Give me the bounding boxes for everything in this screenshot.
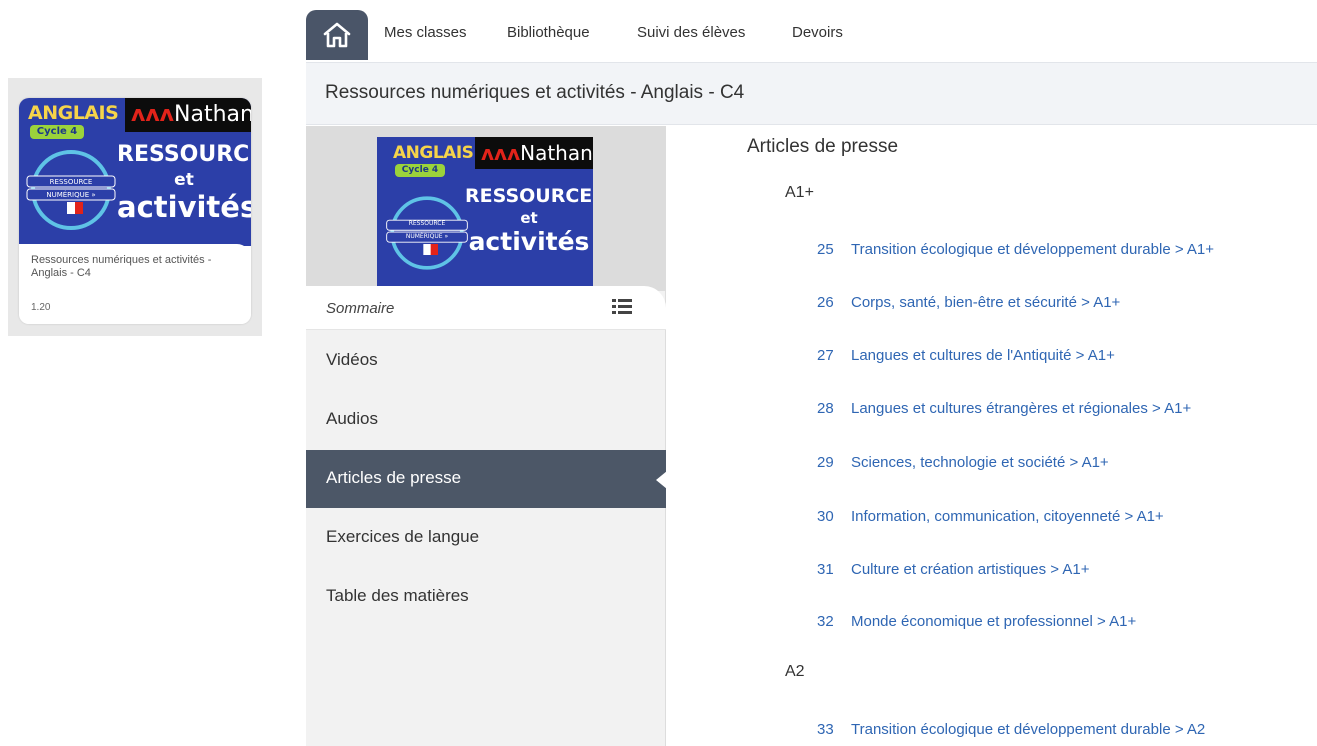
cover-line1: RESSOURCES <box>465 185 593 207</box>
article-title: Transition écologique et développement d… <box>851 241 1215 258</box>
nav-suivi-des-eleves[interactable]: Suivi des élèves <box>637 24 745 41</box>
top-navigation: Mes classes Bibliothèque Suivi des élève… <box>306 0 1317 60</box>
sommaire-header[interactable]: Sommaire <box>306 286 666 330</box>
article-number: 27 <box>817 347 834 364</box>
sidebar-item-exercices-de-langue[interactable]: Exercices de langue <box>306 509 666 567</box>
cover-line3: activités <box>468 227 590 256</box>
sidebar-item-videos[interactable]: Vidéos <box>306 332 666 390</box>
article-link[interactable]: 30 Information, communication, citoyennet… <box>817 508 1164 525</box>
article-title: Information, communication, citoyenneté … <box>851 508 1164 525</box>
resource-title-bar: Ressources numériques et activités - Ang… <box>306 62 1317 125</box>
card-title: Ressources numériques et activités - Ang… <box>31 254 212 279</box>
card-version: 1.20 <box>31 302 51 313</box>
article-link[interactable]: 33 Transition écologique et développement… <box>817 721 1205 738</box>
product-card-area: ANGLAIS Cycle 4 ᴧᴧᴧNathan RESSOURCE NUMÉ… <box>8 78 262 336</box>
card-info: Ressources numériques et activités - Ang… <box>19 244 251 324</box>
article-title: Culture et création artistiques > A1+ <box>851 561 1090 578</box>
nav-bibliotheque[interactable]: Bibliothèque <box>507 24 590 41</box>
article-link[interactable]: 31 Culture et création artistiques > A1+ <box>817 561 1089 578</box>
article-number: 25 <box>817 241 834 258</box>
sommaire-label: Sommaire <box>326 300 395 317</box>
nav-devoirs[interactable]: Devoirs <box>792 24 843 41</box>
sidebar-item-articles-de-presse[interactable]: Articles de presse <box>306 450 667 508</box>
nav-mes-classes[interactable]: Mes classes <box>384 24 467 41</box>
article-link[interactable]: 25 Transition écologique et développement… <box>817 241 1214 258</box>
ressource-numerique-badge-icon <box>26 150 116 230</box>
article-link[interactable]: 26 Corps, santé, bien-être et sécurité > … <box>817 294 1120 311</box>
cover-cycle: Cycle 4 <box>30 125 84 139</box>
article-title: Corps, santé, bien-être et sécurité > A1… <box>851 294 1121 311</box>
article-number: 29 <box>817 454 834 471</box>
section-title: Articles de presse <box>747 136 899 157</box>
badge-top-text: RESSOURCE <box>49 178 93 186</box>
product-card[interactable]: ANGLAIS Cycle 4 ᴧᴧᴧNathan RESSOURCE NUMÉ… <box>19 98 251 324</box>
publisher-name: Nathan <box>520 141 593 165</box>
cover-line2: et <box>520 209 538 227</box>
cover-subject: ANGLAIS <box>28 102 119 124</box>
publisher-logo: ᴧᴧᴧNathan <box>475 137 593 169</box>
nathan-mark-icon: ᴧᴧᴧ <box>131 102 175 127</box>
page-title: Ressources numériques et activités - Ang… <box>325 82 745 103</box>
sidebar-item-label: Exercices de langue <box>326 527 480 546</box>
level-heading: A2 <box>785 663 805 680</box>
article-title: Monde économique et professionnel > A1+ <box>851 613 1137 630</box>
article-number: 28 <box>817 400 834 417</box>
cover-line1: RESSOURCES <box>117 142 251 167</box>
article-title: Transition écologique et développement d… <box>851 721 1206 738</box>
article-number: 30 <box>817 508 834 525</box>
article-number: 33 <box>817 721 834 738</box>
article-link[interactable]: 28 Langues et cultures étrangères et régi… <box>817 400 1191 417</box>
sidebar-item-table-des-matieres[interactable]: Table des matières <box>306 568 666 626</box>
sidebar-item-label: Table des matières <box>326 586 469 605</box>
sidebar: ANGLAIS Cycle 4 ᴧᴧᴧNathan RESSOURCE NUMÉ… <box>306 126 667 746</box>
article-number: 31 <box>817 561 834 578</box>
article-number: 26 <box>817 294 834 311</box>
home-icon <box>323 22 351 48</box>
badge-bottom-text: NUMÉRIQUE » <box>46 191 96 199</box>
nathan-mark-icon: ᴧᴧᴧ <box>481 141 521 165</box>
home-button[interactable] <box>306 10 368 60</box>
sidebar-cover-image: ANGLAIS Cycle 4 ᴧᴧᴧNathan RESSOURCE NUMÉ… <box>377 137 593 287</box>
article-link[interactable]: 29 Sciences, technologie et société > A1+ <box>817 454 1109 471</box>
list-icon[interactable] <box>612 298 632 316</box>
article-number: 32 <box>817 613 834 630</box>
publisher-name: Nathan <box>174 102 251 127</box>
publisher-logo: ᴧᴧᴧNathan <box>125 98 251 132</box>
main-content: Articles de presse A1+ 25 Transition écol… <box>667 126 1317 746</box>
sidebar-item-audios[interactable]: Audios <box>306 391 666 449</box>
cover-line2: et <box>174 170 194 190</box>
level-heading: A1+ <box>785 184 814 201</box>
cover-line3: activités <box>117 190 251 224</box>
article-title: Langues et cultures de l'Antiquité > A1+ <box>851 347 1115 364</box>
cover-subject: ANGLAIS <box>393 143 474 163</box>
sidebar-item-label: Audios <box>326 409 378 428</box>
sidebar-item-label: Vidéos <box>326 350 378 369</box>
sidebar-item-label: Articles de presse <box>326 468 462 487</box>
badge-bottom-text: NUMÉRIQUE » <box>405 233 449 240</box>
badge-top-text: RESSOURCE <box>408 220 446 227</box>
cover-cycle: Cycle 4 <box>395 164 445 177</box>
article-link[interactable]: 32 Monde économique et professionnel > A1… <box>817 613 1136 630</box>
card-cover-image: ANGLAIS Cycle 4 ᴧᴧᴧNathan RESSOURCE NUMÉ… <box>19 98 251 246</box>
article-link[interactable]: 27 Langues et cultures de l'Antiquité > A… <box>817 347 1115 364</box>
article-title: Langues et cultures étrangères et région… <box>851 400 1192 417</box>
article-title: Sciences, technologie et société > A1+ <box>851 454 1109 471</box>
